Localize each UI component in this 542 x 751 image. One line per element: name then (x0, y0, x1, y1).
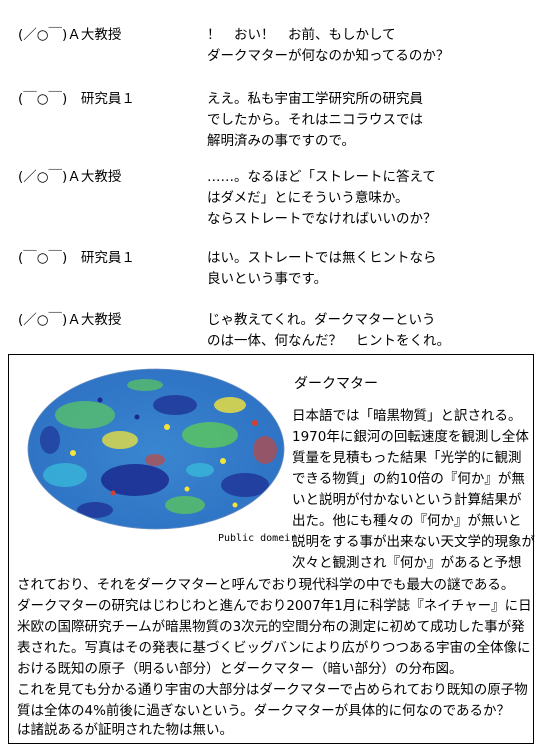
side-text-line: いと説明が付かないという計算結果が (292, 492, 522, 508)
dialogue-line: 解明済みの事ですので。 (207, 133, 355, 149)
dialogue-line: じゃ教えてくれ。ダークマターという (207, 312, 436, 328)
side-text-line: 説明をする事が出来ない天文学的現象が (292, 534, 535, 550)
dark-matter-info-box: Public domeir ダークマター 日本語では「暗黒物質」と訳される。 1… (8, 354, 535, 744)
side-text-line: 出た。他にも種々の『何か』が無いと (292, 513, 522, 529)
dialogue-line: 良いという事です。 (207, 271, 328, 287)
dialogue-line: ！ おい！ お前、もしかして (207, 27, 396, 43)
speaker-label: (￣○￣) 研究員１ (18, 250, 135, 266)
dialogue-line: ならストレートでなければいいのか？ (207, 211, 437, 227)
body-text-line: 表された。写真はその発表に基づくビッグバンにより広がりつつある宇宙の全体像に (17, 640, 531, 656)
dialogue-line: ……。なるほど「ストレートに答えて (207, 169, 436, 185)
body-text-line: されており、それをダークマターと呼んでおり現代科学の中でも最大の謎である。 (17, 577, 515, 593)
sky-map-image (27, 368, 285, 530)
side-text-line: 1970年に銀河の回転速度を観測し全体 (292, 429, 529, 445)
dialogue-line: でしたから。それはニコラウスでは (207, 112, 423, 128)
body-text-line: は諸説あるが証明された物は無い。 (17, 722, 233, 738)
body-text-line: これを見ても分かる通り宇宙の大部分はダークマターで占められており既知の原子物 (17, 682, 528, 698)
image-credit: Public domeir (218, 533, 297, 544)
speaker-label: (／○￣)Ａ大教授 (18, 169, 122, 185)
body-text-line: 米欧の国際研究チームが暗黒物質の3次元的空間分布の測定に初めて成功した事が発 (17, 619, 525, 635)
dialogue-line: ええ。私も宇宙工学研究所の研究員 (207, 91, 423, 107)
dialogue-line: はい。ストレートでは無くヒントなら (207, 250, 437, 266)
side-text-line: 質量を見積もった結果「光学的に観測 (292, 450, 522, 466)
body-text-line: おける既知の原子（明るい部分）とダークマター（暗い部分）の分布図。 (17, 661, 463, 677)
body-text-line: ダークマターの研究はじわじわと進んでおり2007年1月に科学誌『ネイチャー』に日 (17, 598, 532, 614)
speaker-label: (／○￣)Ａ大教授 (18, 312, 122, 328)
box-title: ダークマター (294, 376, 378, 392)
dialogue-line: のは一体、何なんだ？ ヒントをくれ。 (207, 333, 451, 349)
cosmic-distribution-map: Public domeir (25, 365, 296, 544)
side-text-line: 日本語では「暗黒物質」と訳される。 (292, 408, 522, 424)
dialogue-line: はダメだ」とにそういう意味か。 (207, 190, 409, 206)
speaker-label: (￣○￣) 研究員１ (18, 91, 135, 107)
side-text-line: 次々と観測され『何か』があると予想 (292, 555, 522, 571)
speaker-label: (／○￣)Ａ大教授 (18, 27, 122, 43)
side-text-line: できる物質」の約10倍の『何か』が無 (292, 471, 525, 487)
dialogue-line: ダークマターが何なのか知ってるのか？ (207, 48, 450, 64)
